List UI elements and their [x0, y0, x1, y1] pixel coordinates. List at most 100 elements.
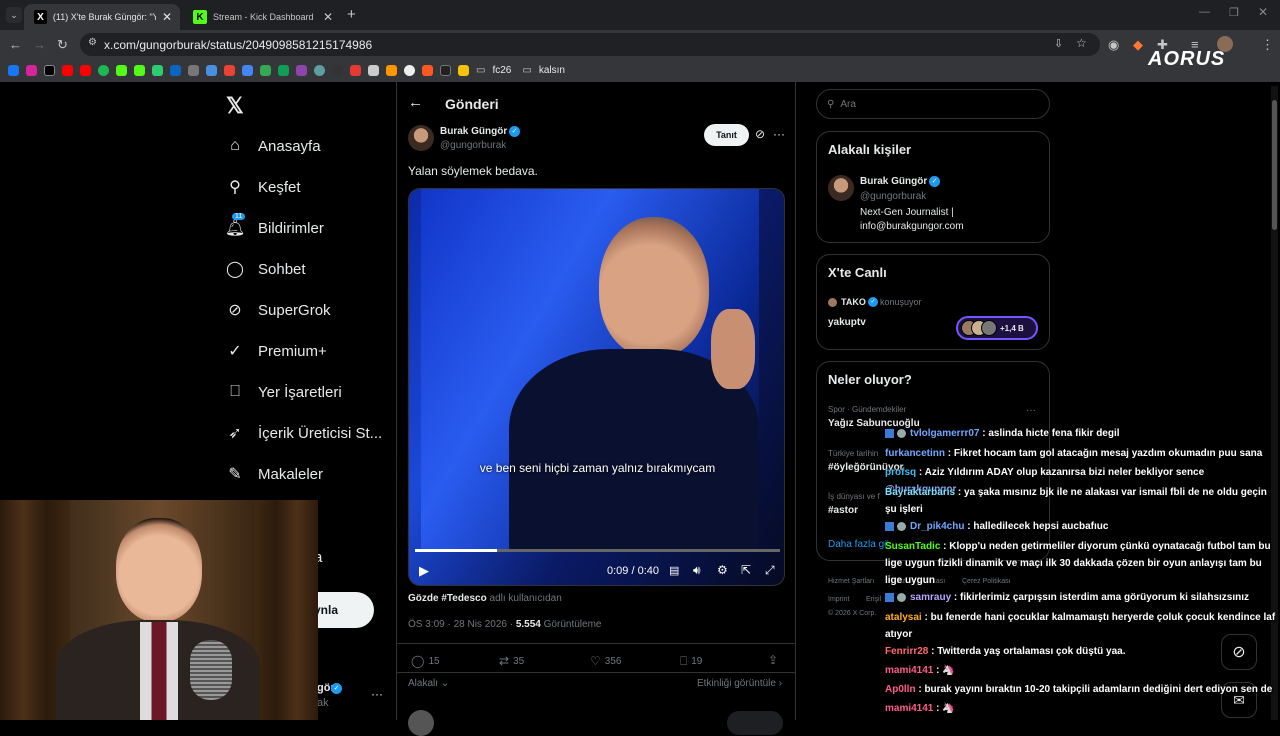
chat-username[interactable]: Fenrirr28	[885, 646, 928, 657]
follow-button[interactable]: Tanıt	[704, 124, 749, 146]
view-activity-link[interactable]: Etkinliği görüntüle ›	[697, 678, 782, 689]
share-icon[interactable]: ⇪	[768, 653, 778, 667]
site-info-icon[interactable]: ⚙	[88, 37, 97, 48]
bookmark-docs-icon[interactable]	[242, 65, 253, 76]
footer-terms[interactable]: Hizmet Şartları	[828, 578, 874, 585]
captions-icon[interactable]: ▤	[669, 564, 679, 577]
bookmark-gmail-icon[interactable]	[224, 65, 235, 76]
person-bio-line-2[interactable]: info@burakgungor.com	[860, 221, 964, 232]
bookmark-folder-fc26[interactable]: fc26	[492, 65, 511, 76]
bookmark-x-icon[interactable]	[44, 65, 55, 76]
bookmark-drive-icon[interactable]	[260, 65, 271, 76]
chat-username[interactable]: SusanTadic	[885, 541, 940, 552]
bookmark-drop-icon[interactable]	[98, 65, 109, 76]
bookmark-dark-icon[interactable]	[440, 65, 451, 76]
chat-username[interactable]: profsq	[885, 467, 916, 478]
bookmark-green-icon[interactable]	[278, 65, 289, 76]
tab-x-post[interactable]: X (11) X'te Burak Güngör: "Yalan s ✕	[24, 4, 180, 30]
address-bar[interactable]: ⚙ x.com/gungorburak/status/2049098581215…	[80, 33, 1100, 56]
bookmark-facebook-icon[interactable]	[8, 65, 19, 76]
maximize-icon[interactable]: ❐	[1229, 6, 1239, 19]
bookmark-orange-icon[interactable]	[422, 65, 433, 76]
bookmark-green-icon[interactable]	[152, 65, 163, 76]
play-icon[interactable]: ▶	[419, 563, 429, 579]
bookmark-linkedin-icon[interactable]	[170, 65, 181, 76]
nav-item-home[interactable]: ⌂ Anasayfa	[226, 137, 320, 155]
footer-imprint[interactable]: Imprint	[828, 596, 849, 603]
chat-username[interactable]: furkancetinn	[885, 448, 945, 459]
footer-accessibility[interactable]: Erişil	[866, 596, 881, 603]
chat-username[interactable]: atalysai	[885, 612, 922, 623]
bookmark-folder-kalsin[interactable]: kalsın	[539, 65, 565, 76]
show-more-link[interactable]: Daha fazla gö	[828, 539, 890, 550]
chat-username[interactable]: samrauy	[910, 592, 951, 603]
tab-kick-dashboard[interactable]: K Stream - Kick Dashboard ✕	[183, 4, 341, 30]
x-live-card[interactable]: X'te Canlı TAKO ✓ konuşuyor yakuptv +1,4…	[816, 254, 1050, 350]
reply-avatar[interactable]	[408, 710, 434, 736]
fullscreen-icon[interactable]: ⤢	[765, 563, 775, 578]
nav-item-premium[interactable]: ✓ Premium+	[226, 342, 326, 361]
extension-icon[interactable]: ◉	[1108, 37, 1119, 53]
volume-icon[interactable]: 🔊︎	[693, 563, 701, 578]
nav-item-bookmarks[interactable]: ⎕ Yer İşaretleri	[226, 383, 341, 401]
bookmark-button[interactable]: ⎕ 19	[680, 654, 702, 669]
tab-search-button[interactable]: ⌄	[6, 7, 22, 23]
bookmark-youtube-icon[interactable]	[80, 65, 91, 76]
bookmark-arrow-icon[interactable]	[332, 65, 343, 76]
star-icon[interactable]: ☆	[1076, 36, 1087, 50]
post-time[interactable]: ÖS 3:09 · 28 Nis 2026 ·	[408, 619, 513, 630]
new-tab-icon[interactable]: +	[347, 6, 356, 23]
x-logo[interactable]: 𝕏	[226, 93, 244, 119]
back-icon[interactable]: ←	[9, 37, 22, 52]
bookmark-kick-icon[interactable]	[134, 65, 145, 76]
more-options-icon[interactable]: ···	[773, 127, 785, 141]
search-box[interactable]: ⚲ Ara	[816, 89, 1050, 119]
bookmark-blue-icon[interactable]	[206, 65, 217, 76]
nav-item-notifications[interactable]: 🔔︎ 11 Bildirimler	[225, 213, 324, 237]
repost-button[interactable]: ⇄ 35	[499, 654, 524, 668]
nav-item-supergrok[interactable]: ⊘ SuperGrok	[226, 301, 330, 320]
author-name[interactable]: Burak Güngör	[440, 126, 507, 137]
trend-more-icon[interactable]: ···	[1026, 405, 1036, 416]
chat-username[interactable]: Bayraktarbaris	[885, 487, 955, 498]
settings-icon[interactable]: ⚙	[717, 563, 728, 577]
bookmark-youtube-icon[interactable]	[62, 65, 73, 76]
bookmark-pen-icon[interactable]	[386, 65, 397, 76]
install-icon[interactable]: ⇩	[1054, 37, 1063, 50]
bookmark-bag-icon[interactable]	[368, 65, 379, 76]
video-player[interactable]: ve ben seni hiçbi zaman yalnız bırakmıyc…	[408, 188, 785, 586]
bookmark-globe-icon[interactable]	[314, 65, 325, 76]
bookmark-camera-icon[interactable]	[188, 65, 199, 76]
account-more-icon[interactable]: ···	[371, 687, 383, 701]
person-avatar[interactable]	[828, 175, 854, 201]
chat-username[interactable]: Dr_pik4chu	[910, 521, 964, 532]
close-tab-icon[interactable]: ✕	[162, 10, 172, 24]
chat-username[interactable]: mami4141	[885, 703, 933, 714]
chat-username[interactable]: tvlolgamerrr07	[910, 428, 979, 439]
back-arrow-icon[interactable]: ←	[408, 94, 423, 111]
extension-icon[interactable]: ◆	[1133, 37, 1143, 53]
reload-icon[interactable]: ↻	[57, 37, 68, 53]
author-handle[interactable]: @gungorburak	[440, 140, 506, 151]
person-name[interactable]: Burak Güngör	[860, 176, 927, 187]
bookmark-red-icon[interactable]	[350, 65, 361, 76]
forward-icon[interactable]: →	[33, 37, 46, 52]
sort-relevant-dropdown[interactable]: Alakalı ⌄	[408, 678, 449, 689]
featured-tag[interactable]: Gözde #Tedesco	[408, 593, 487, 604]
nav-item-articles[interactable]: ✎ Makaleler	[226, 465, 323, 484]
scrollbar-thumb[interactable]	[1272, 100, 1277, 230]
trend-name[interactable]: #astor	[828, 505, 858, 516]
bookmark-white-icon[interactable]	[404, 65, 415, 76]
bookmark-yellow-icon[interactable]	[458, 65, 469, 76]
close-window-icon[interactable]: ✕	[1258, 5, 1268, 19]
grok-icon[interactable]: ⊘	[755, 127, 765, 141]
dock-icon[interactable]: ⇱	[741, 563, 751, 577]
minimize-icon[interactable]: —	[1199, 6, 1210, 18]
like-button[interactable]: ♡ 356	[590, 654, 621, 668]
chat-username[interactable]: Ap0lln	[885, 684, 916, 695]
bookmark-purple-icon[interactable]	[296, 65, 307, 76]
close-tab-icon[interactable]: ✕	[323, 10, 333, 24]
chat-username[interactable]: mami4141	[885, 665, 933, 676]
author-avatar[interactable]	[408, 125, 434, 151]
bookmark-kick-icon[interactable]	[116, 65, 127, 76]
